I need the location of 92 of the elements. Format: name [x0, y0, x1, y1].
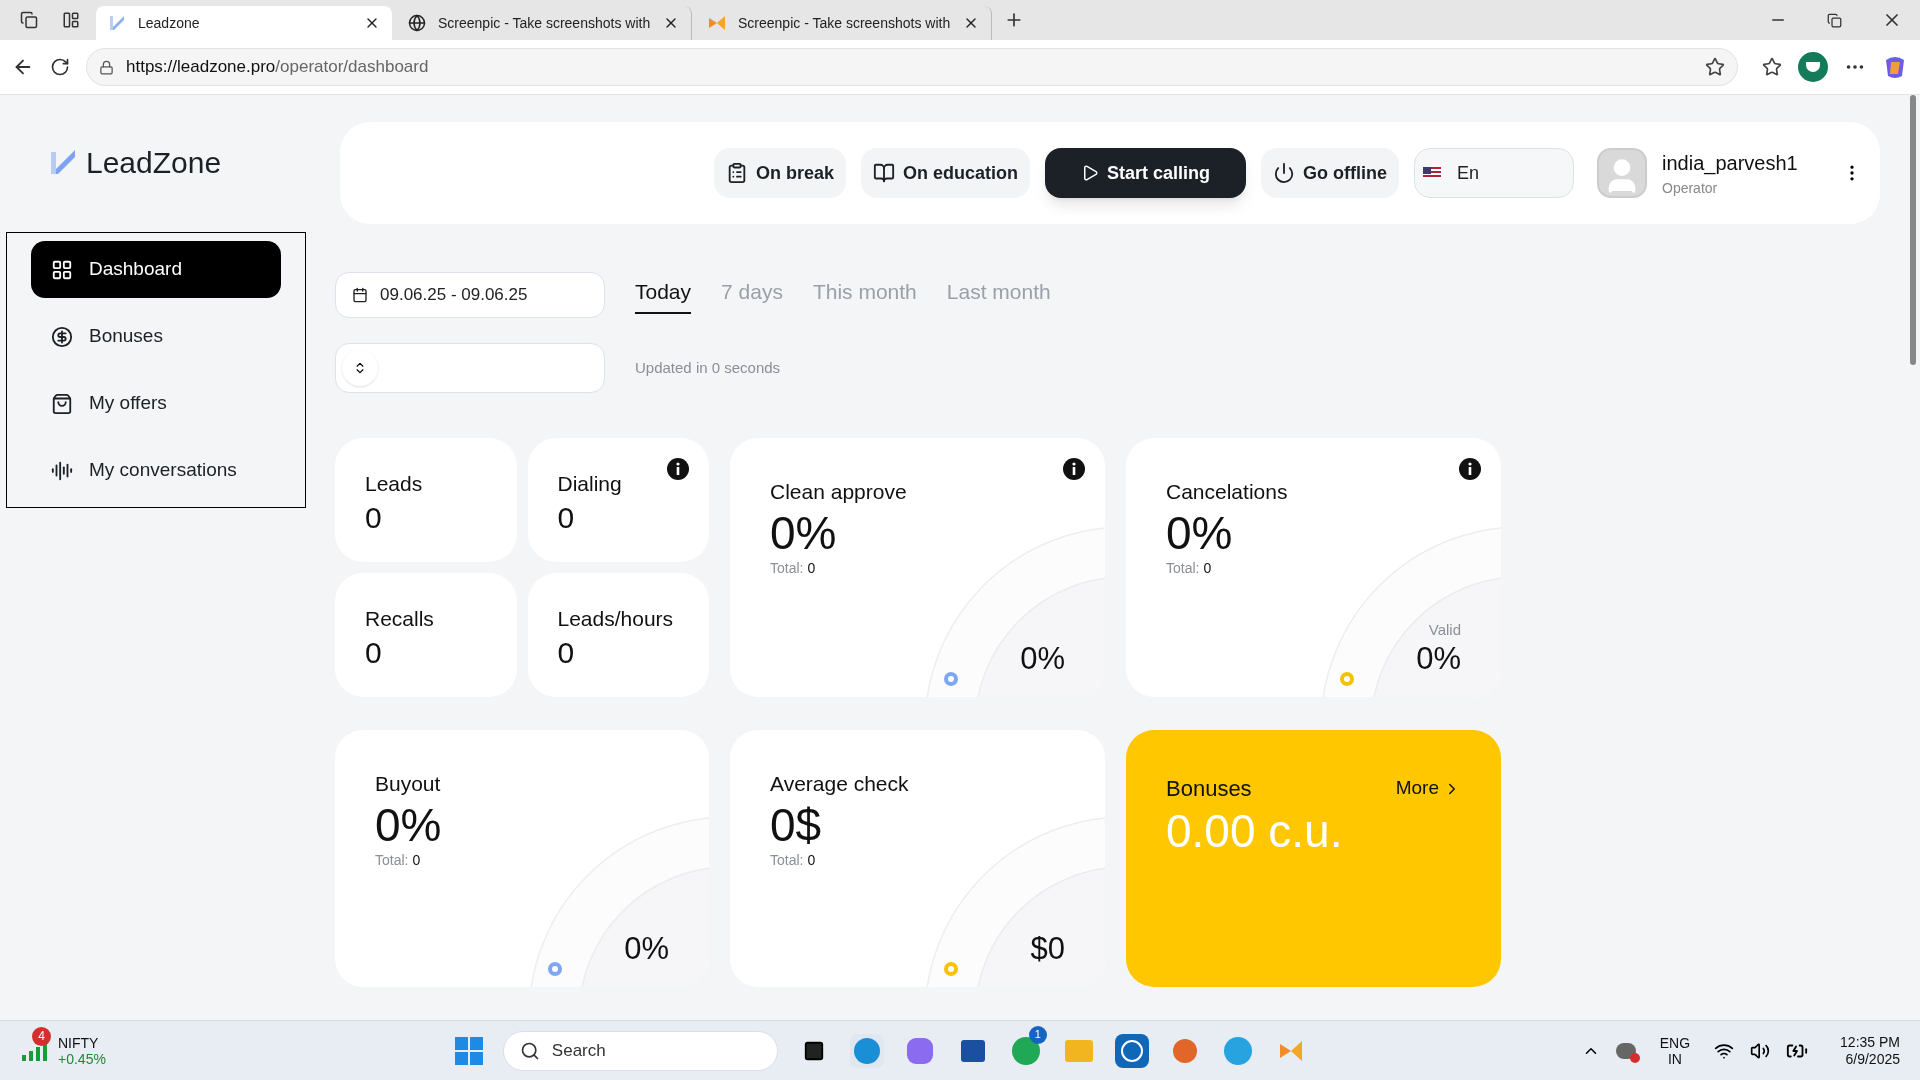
card-title: Dialing [557, 471, 622, 497]
total-value: 0 [807, 558, 816, 578]
tab-title: Screenpic - Take screenshots with [438, 13, 651, 33]
more-link[interactable]: More [1395, 774, 1461, 803]
tab-title: Screenpic - Take screenshots with [738, 13, 951, 33]
total-value: 0 [807, 850, 816, 870]
start-calling-button[interactable]: Start calling [1044, 148, 1246, 198]
browser-app-icon[interactable] [849, 1033, 884, 1068]
info-icon[interactable] [667, 458, 689, 480]
card-value: 0$ [770, 799, 823, 850]
gauge-value: 0% [1020, 641, 1065, 677]
update-status: Updated in 0 seconds [635, 357, 781, 378]
total-label: Total: [375, 850, 409, 870]
stock-change: +0.45% [58, 1050, 106, 1067]
date-range-field[interactable]: 09.06.25 - 09.06.25 [335, 272, 605, 318]
windows-start-icon[interactable] [453, 1035, 484, 1066]
gauge-value: $0 [1030, 931, 1065, 967]
bonus-value: 0.00 c.u. [1166, 805, 1344, 857]
user-role: Operator [1662, 178, 1719, 198]
notification-badge: 4 [32, 1026, 51, 1046]
status-button[interactable]: On break [713, 148, 846, 198]
profile-avatar-icon[interactable] [1798, 52, 1828, 82]
card-value: 0 [557, 499, 576, 536]
tab-title: Leadzone [138, 13, 201, 33]
card-title: Buyout [375, 771, 441, 797]
gauge-label: Valid [1428, 619, 1461, 640]
lock-icon [99, 59, 114, 75]
period-tab[interactable]: Today [635, 276, 692, 314]
card-title: Bonuses [1166, 775, 1252, 803]
status-button[interactable]: Go offline [1261, 148, 1399, 198]
sound-wave-icon [51, 459, 73, 482]
restore-icon[interactable] [1827, 12, 1842, 28]
language-indicator[interactable]: IN [1667, 1050, 1682, 1067]
stock-name: NIFTY [58, 1034, 100, 1051]
card-value: 0 [557, 634, 576, 671]
card-value: 0 [365, 499, 383, 536]
card-title: Clean approve [770, 479, 907, 505]
card-title: Leads/hours [557, 606, 674, 632]
calendar-icon [352, 287, 368, 303]
clock-time[interactable]: 12:35 PM [1840, 1033, 1900, 1051]
user-name: india_parvesh1 [1662, 150, 1799, 177]
logo-icon [708, 14, 726, 32]
info-icon[interactable] [1063, 458, 1085, 480]
taskbar-search-field[interactable]: Search [502, 1030, 778, 1071]
language-select[interactable]: En [1414, 148, 1574, 198]
card-value: 0 [365, 634, 383, 671]
card-title: Cancelations [1166, 479, 1288, 505]
power-icon [1273, 162, 1295, 184]
card-value: 0% [1166, 507, 1234, 558]
logo-text: LeadZone [86, 144, 222, 181]
scrollbar[interactable] [1910, 95, 1916, 365]
workspaces-icon[interactable] [20, 11, 38, 29]
total-value: 0 [412, 850, 421, 870]
total-label: Total: [1166, 558, 1200, 578]
clock-date[interactable]: 6/9/2025 [1845, 1050, 1900, 1068]
book-icon [872, 162, 895, 184]
gauge-value: 0% [1416, 641, 1461, 677]
search-icon [519, 1040, 540, 1061]
card-title: Leads [365, 471, 423, 497]
card-value: 0% [375, 799, 443, 850]
card-title: Average check [770, 771, 909, 797]
app-icon[interactable] [1114, 1033, 1149, 1068]
tab-actions-icon[interactable] [62, 11, 80, 29]
language-indicator[interactable]: ENG [1659, 1034, 1691, 1051]
address-field[interactable]: https://leadzone.pro/operator/dashboard [86, 48, 1738, 86]
favorites-icon[interactable] [1762, 57, 1782, 77]
total-label: Total: [770, 850, 804, 870]
volume-icon[interactable] [1750, 1040, 1771, 1061]
reload-icon[interactable] [50, 57, 70, 77]
select-field[interactable] [335, 343, 605, 393]
globe-icon [408, 14, 426, 32]
status-button[interactable]: On education [860, 148, 1030, 198]
url-text: https://leadzone.pro/operator/dashboard [126, 56, 430, 79]
notification-badge: 1 [1028, 1025, 1047, 1044]
grid-icon [51, 258, 73, 281]
card-title: Recalls [365, 606, 434, 632]
favorite-star-icon[interactable] [1705, 57, 1725, 77]
dollar-icon [51, 325, 73, 348]
card-value: 0% [770, 507, 838, 558]
nav-item[interactable]: My conversations [31, 442, 281, 499]
info-icon[interactable] [1459, 458, 1481, 480]
language-label: En [1457, 161, 1480, 185]
flag-icon [1423, 167, 1441, 179]
bag-icon [51, 392, 73, 415]
total-label: Total: [770, 558, 804, 578]
logo-icon [108, 14, 126, 32]
nav-item[interactable]: My offers [31, 375, 281, 432]
nav-item[interactable]: Dashboard [31, 241, 281, 298]
nav-item[interactable]: Bonuses [31, 308, 281, 365]
total-value: 0 [1203, 558, 1212, 578]
browser-tab[interactable]: Leadzone [96, 6, 392, 40]
gauge-value: 0% [624, 931, 669, 967]
